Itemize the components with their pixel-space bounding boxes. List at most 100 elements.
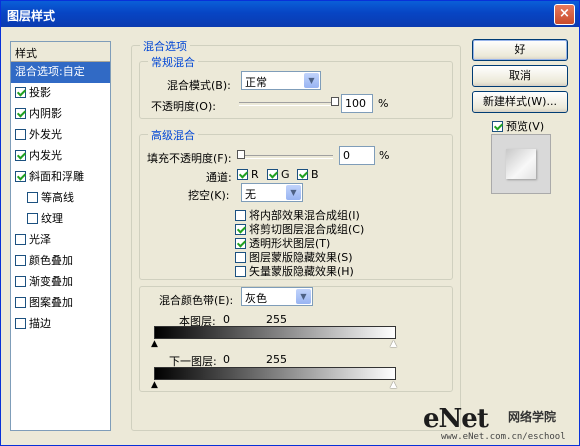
chevron-down-icon: ▼ [296, 289, 311, 304]
checkbox-icon[interactable] [15, 318, 26, 329]
style-item-label: 纹理 [41, 212, 63, 225]
fill-opacity-slider-track[interactable] [237, 155, 333, 159]
fill-opacity-input[interactable]: 0 [339, 146, 375, 165]
style-item[interactable]: 颜色叠加 [11, 251, 110, 272]
checkbox-icon[interactable] [15, 297, 26, 308]
channel-g-checkbox[interactable]: G [267, 168, 290, 181]
underlying-white-marker[interactable]: ▲ [390, 381, 397, 390]
checkbox-icon [235, 210, 246, 221]
fill-opacity-label: 填充不透明度(F): [147, 152, 232, 165]
style-item-label: 描边 [29, 317, 51, 330]
blend-if-select[interactable]: 灰色 ▼ [241, 287, 313, 306]
style-item-label: 图案叠加 [29, 296, 73, 309]
opacity-slider-thumb[interactable] [331, 97, 339, 106]
style-item-label: 颜色叠加 [29, 254, 73, 267]
style-item-label: 内阴影 [29, 107, 62, 120]
checkbox-icon [235, 252, 246, 263]
this-layer-min: 0 [223, 313, 230, 326]
ok-button[interactable]: 好 [472, 39, 568, 61]
style-list-header: 样式 [11, 42, 110, 62]
checkbox-icon [297, 169, 308, 180]
style-list: 样式 混合选项:自定投影内阴影外发光内发光斜面和浮雕等高线纹理光泽颜色叠加渐变叠… [10, 41, 111, 431]
checkbox-icon[interactable] [27, 213, 38, 224]
style-item[interactable]: 光泽 [11, 230, 110, 251]
underlying-black-marker[interactable]: ▲ [151, 381, 158, 390]
style-item[interactable]: 斜面和浮雕 [11, 167, 110, 188]
channel-b-label: B [311, 168, 319, 181]
opacity-percent: % [378, 97, 389, 110]
checkbox-icon[interactable] [15, 87, 26, 98]
watermark-url: www.eNet.com.cn/eschool [441, 432, 566, 442]
close-button[interactable]: × [554, 4, 575, 25]
blend-mode-value: 正常 [245, 76, 267, 89]
style-item[interactable]: 图案叠加 [11, 293, 110, 314]
chevron-down-icon: ▼ [286, 185, 301, 200]
checkbox-icon[interactable] [27, 192, 38, 203]
style-item[interactable]: 混合选项:自定 [11, 62, 110, 83]
layer-style-dialog: 图层样式 × 样式 混合选项:自定投影内阴影外发光内发光斜面和浮雕等高线纹理光泽… [0, 0, 580, 446]
style-item[interactable]: 内发光 [11, 146, 110, 167]
style-item-label: 光泽 [29, 233, 51, 246]
channel-b-checkbox[interactable]: B [297, 168, 319, 181]
style-item[interactable]: 等高线 [11, 188, 110, 209]
style-item[interactable]: 渐变叠加 [11, 272, 110, 293]
fill-opacity-slider-thumb[interactable] [237, 150, 245, 159]
knockout-label: 挖空(K): [188, 189, 230, 202]
this-layer-gradient[interactable] [154, 326, 396, 339]
window-title: 图层样式 [7, 9, 56, 23]
channel-r-label: R [251, 168, 259, 181]
blend-if-value: 灰色 [245, 292, 267, 305]
channel-g-label: G [281, 168, 290, 181]
checkbox-icon[interactable] [15, 108, 26, 119]
channel-r-checkbox[interactable]: R [237, 168, 259, 181]
general-blending-title: 常规混合 [148, 54, 198, 70]
chevron-down-icon: ▼ [304, 73, 319, 88]
style-item-label: 内发光 [29, 149, 62, 162]
style-item-label: 等高线 [41, 191, 74, 204]
watermark-cn: 网络学院 [508, 410, 557, 424]
checkbox-icon[interactable] [15, 255, 26, 266]
underlying-layer-max: 255 [266, 353, 287, 366]
opacity-slider-track[interactable] [239, 102, 339, 106]
this-layer-max: 255 [266, 313, 287, 326]
style-item[interactable]: 纹理 [11, 209, 110, 230]
preview-checkbox[interactable]: 预览(V) [492, 118, 544, 134]
checkbox-icon[interactable] [15, 150, 26, 161]
style-item[interactable]: 外发光 [11, 125, 110, 146]
style-preview [491, 134, 551, 194]
new-style-button[interactable]: 新建样式(W)... [472, 91, 568, 113]
style-item[interactable]: 投影 [11, 83, 110, 104]
checkbox-icon[interactable] [15, 276, 26, 287]
blend-mode-label: 混合模式(B): [167, 79, 231, 92]
title-bar: 图层样式 × [1, 1, 579, 27]
cancel-button[interactable]: 取消 [472, 65, 568, 87]
blend-mode-select[interactable]: 正常 ▼ [241, 71, 321, 90]
checkbox-icon[interactable] [15, 129, 26, 140]
style-item-label: 混合选项:自定 [15, 65, 85, 78]
underlying-layer-gradient[interactable] [154, 367, 396, 380]
checkbox-icon [235, 266, 246, 277]
style-item[interactable]: 内阴影 [11, 104, 110, 125]
checkbox-icon[interactable] [15, 234, 26, 245]
watermark-logo: eNet [423, 404, 489, 434]
advanced-blending-title: 高级混合 [148, 127, 198, 143]
knockout-value: 无 [245, 188, 256, 201]
checkbox-icon [267, 169, 278, 180]
checkbox-icon[interactable] [15, 171, 26, 182]
style-item-label: 投影 [29, 86, 51, 99]
this-layer-black-marker[interactable]: ▲ [151, 340, 158, 349]
blend-options-title: 混合选项 [140, 38, 190, 54]
style-item-label: 渐变叠加 [29, 275, 73, 288]
advanced-option-checkbox[interactable]: 矢量蒙版隐藏效果(H) [235, 263, 354, 279]
preview-swatch [506, 149, 536, 179]
opacity-input[interactable]: 100 [341, 94, 373, 113]
channels-label: 通道: [206, 171, 232, 184]
knockout-select[interactable]: 无 ▼ [241, 183, 303, 202]
style-item-label: 外发光 [29, 128, 62, 141]
style-item-label: 斜面和浮雕 [29, 170, 84, 183]
preview-label: 预览(V) [506, 120, 545, 133]
checkbox-icon [237, 169, 248, 180]
style-item[interactable]: 描边 [11, 314, 110, 335]
this-layer-white-marker[interactable]: ▲ [390, 340, 397, 349]
blend-if-label: 混合颜色带(E): [159, 294, 234, 307]
